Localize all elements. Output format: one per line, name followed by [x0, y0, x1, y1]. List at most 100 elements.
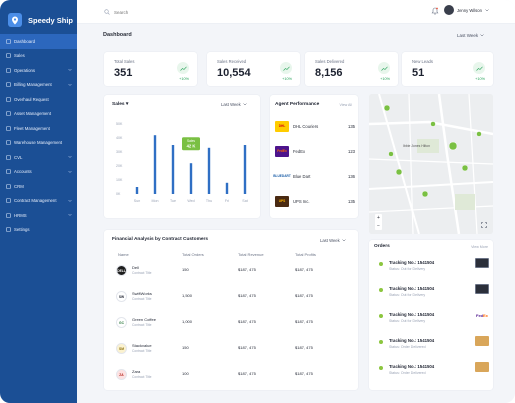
agent-row[interactable]: BLUEDART Blue Dart 136	[273, 169, 355, 183]
sidebar-item-sales[interactable]: Sales	[0, 49, 77, 64]
agent-count: 135	[348, 123, 355, 129]
chevron-down-icon	[68, 199, 72, 202]
sidebar-item-label: CRM	[14, 183, 24, 189]
financial-period-label: Last Week	[320, 238, 340, 243]
crm-icon	[5, 183, 11, 189]
sidebar-item-accounts[interactable]: Accounts	[0, 165, 77, 180]
zoom-in-button[interactable]: +	[375, 214, 382, 222]
view-more-link[interactable]: View More	[471, 245, 488, 249]
stat-card[interactable]: Total Sales 351 +10%	[104, 52, 197, 86]
laptop-thumbnail	[475, 258, 489, 268]
user-menu[interactable]: Jenny Wilson	[444, 5, 489, 15]
agent-row[interactable]: FedEx FedEx 123	[275, 144, 355, 158]
sidebar-item-overhaul-request[interactable]: Overhaul Request	[0, 92, 77, 107]
total-profits: $187, 475	[295, 267, 313, 272]
sidebar-item-dashboard[interactable]: Dashboard	[0, 34, 77, 49]
sidebar-item-label: Operations	[14, 67, 36, 73]
stat-card[interactable]: New Leads 51 +10%	[402, 52, 493, 86]
stat-card[interactable]: Sales Delivered 8,156 +10%	[305, 52, 398, 86]
period-select[interactable]: Last Week	[457, 33, 484, 38]
map-canvas	[369, 94, 493, 234]
table-row[interactable]: SM Stackvalue Contract Title 150 $187, 475 $1…	[104, 342, 358, 362]
bar[interactable]	[153, 135, 157, 194]
chevron-down-icon	[68, 155, 72, 158]
col-profits: Total Profits	[295, 252, 316, 257]
agent-name: FedEx	[293, 148, 306, 154]
agent-logo: BLUEDART	[273, 170, 291, 182]
status-dot	[379, 340, 383, 344]
table-row[interactable]: SW SwiftWorks Contract Title 1,500 $187, 475…	[104, 290, 358, 310]
sidebar-item-billing-management[interactable]: Billing Management	[0, 78, 77, 93]
operations-icon	[5, 67, 11, 73]
order-item[interactable]: Tracking No.: 1541504 Status: Out for Del…	[377, 310, 489, 328]
bell-icon[interactable]	[431, 7, 439, 15]
bar[interactable]	[207, 147, 211, 194]
sidebar-item-crm[interactable]: CRM	[0, 179, 77, 194]
search-box[interactable]	[104, 7, 194, 17]
sidebar-item-asset-management[interactable]: Asset Management	[0, 107, 77, 122]
agent-logo: DHL	[275, 120, 289, 132]
agent-name: DHL Couriers	[293, 123, 319, 129]
order-status: Status: Order Delivered	[389, 371, 426, 375]
user-name: Jenny Wilson	[457, 7, 482, 13]
stat-label: Sales Received	[217, 59, 247, 64]
customer-name: Dell	[132, 265, 139, 270]
agent-row[interactable]: DHL DHL Couriers 135	[275, 119, 355, 133]
zoom-out-button[interactable]: −	[375, 222, 382, 230]
bar[interactable]	[189, 163, 193, 194]
sidebar-item-cvl[interactable]: CVL	[0, 150, 77, 165]
order-tracking: Tracking No.: 1541504	[389, 312, 435, 317]
sidebar-item-label: Billing Management	[14, 82, 52, 88]
sidebar-item-hrms[interactable]: HRMS	[0, 208, 77, 223]
bar[interactable]	[243, 145, 247, 194]
sidebar-item-operations[interactable]: Operations	[0, 63, 77, 78]
table-row[interactable]: ZA Zara Contract Title 100 $187, 475 $187, 47…	[104, 368, 358, 388]
total-revenue: $187, 475	[238, 267, 256, 272]
order-item[interactable]: Tracking No.: 1541504 Status: Out for Del…	[377, 284, 489, 302]
total-revenue: $187, 475	[238, 293, 256, 298]
stat-card[interactable]: Sales Received 10,554 +10%	[207, 52, 300, 86]
financial-period-select[interactable]: Last Week	[320, 238, 346, 243]
total-orders: 1,500	[182, 293, 193, 298]
total-profits: $187, 475	[295, 319, 313, 324]
bar[interactable]	[135, 187, 139, 194]
bar[interactable]	[171, 145, 175, 194]
bar[interactable]	[225, 182, 229, 194]
brand[interactable]: Speedy Ship	[0, 0, 77, 32]
customer-subtitle: Contract Title	[132, 349, 152, 353]
financial-title: Financial Analysis by Contract Customers	[112, 237, 209, 242]
agent-row[interactable]: UPS UPS Inc. 135	[275, 194, 355, 208]
col-revenue: Total Revenue	[238, 252, 264, 257]
total-profits: $187, 475	[295, 345, 313, 350]
col-name: Name	[118, 252, 129, 257]
table-row[interactable]: DELL Dell Contract Title 150 $187, 475 $187, …	[104, 264, 358, 284]
sidebar-item-fleet-management[interactable]: Fleet Management	[0, 121, 77, 136]
status-dot	[379, 366, 383, 370]
sidebar-item-contract-management[interactable]: Contract Management	[0, 194, 77, 209]
table-row[interactable]: GC Green Coffee Contract Title 1,000 $187, 4…	[104, 316, 358, 336]
map-place-label: Ibbie Jones Hilton	[403, 144, 430, 148]
x-tick-label: Mon	[152, 199, 159, 203]
sales-bar-chart: 0K 10K 20K 30K 40K 50K Sun Mon Tue Wed Sales42 K Th…	[116, 122, 248, 203]
order-item[interactable]: Tracking No.: 1541504 Status: Out for Del…	[377, 258, 489, 276]
location-pin-icon	[8, 13, 22, 27]
sidebar-item-warehouse-management[interactable]: Warehouse Management	[0, 136, 77, 151]
brand-name: Speedy Ship	[28, 15, 74, 25]
fullscreen-icon[interactable]	[481, 222, 487, 228]
order-status: Status: Out for Delivery	[389, 319, 426, 323]
map[interactable]: Ibbie Jones Hilton + −	[369, 94, 493, 234]
y-tick-label: 40K	[116, 136, 123, 140]
box-thumbnail	[475, 336, 489, 346]
search-input[interactable]	[114, 9, 184, 15]
x-tick-label: Sat	[242, 199, 247, 203]
avatar	[444, 5, 454, 15]
chart-tooltip: Sales42 K	[182, 137, 200, 151]
order-tracking: Tracking No.: 1541504	[389, 286, 435, 291]
view-all-link[interactable]: View All	[339, 103, 352, 107]
order-item[interactable]: Tracking No.: 1541504 Status: Order Deliv…	[377, 362, 489, 380]
sidebar-item-label: Accounts	[14, 169, 32, 175]
customer-subtitle: Contract Title	[132, 323, 152, 327]
order-item[interactable]: Tracking No.: 1541504 Status: Order Deliv…	[377, 336, 489, 354]
sidebar-item-settings[interactable]: Settings	[0, 223, 77, 238]
zoom-controls: + −	[375, 214, 382, 230]
